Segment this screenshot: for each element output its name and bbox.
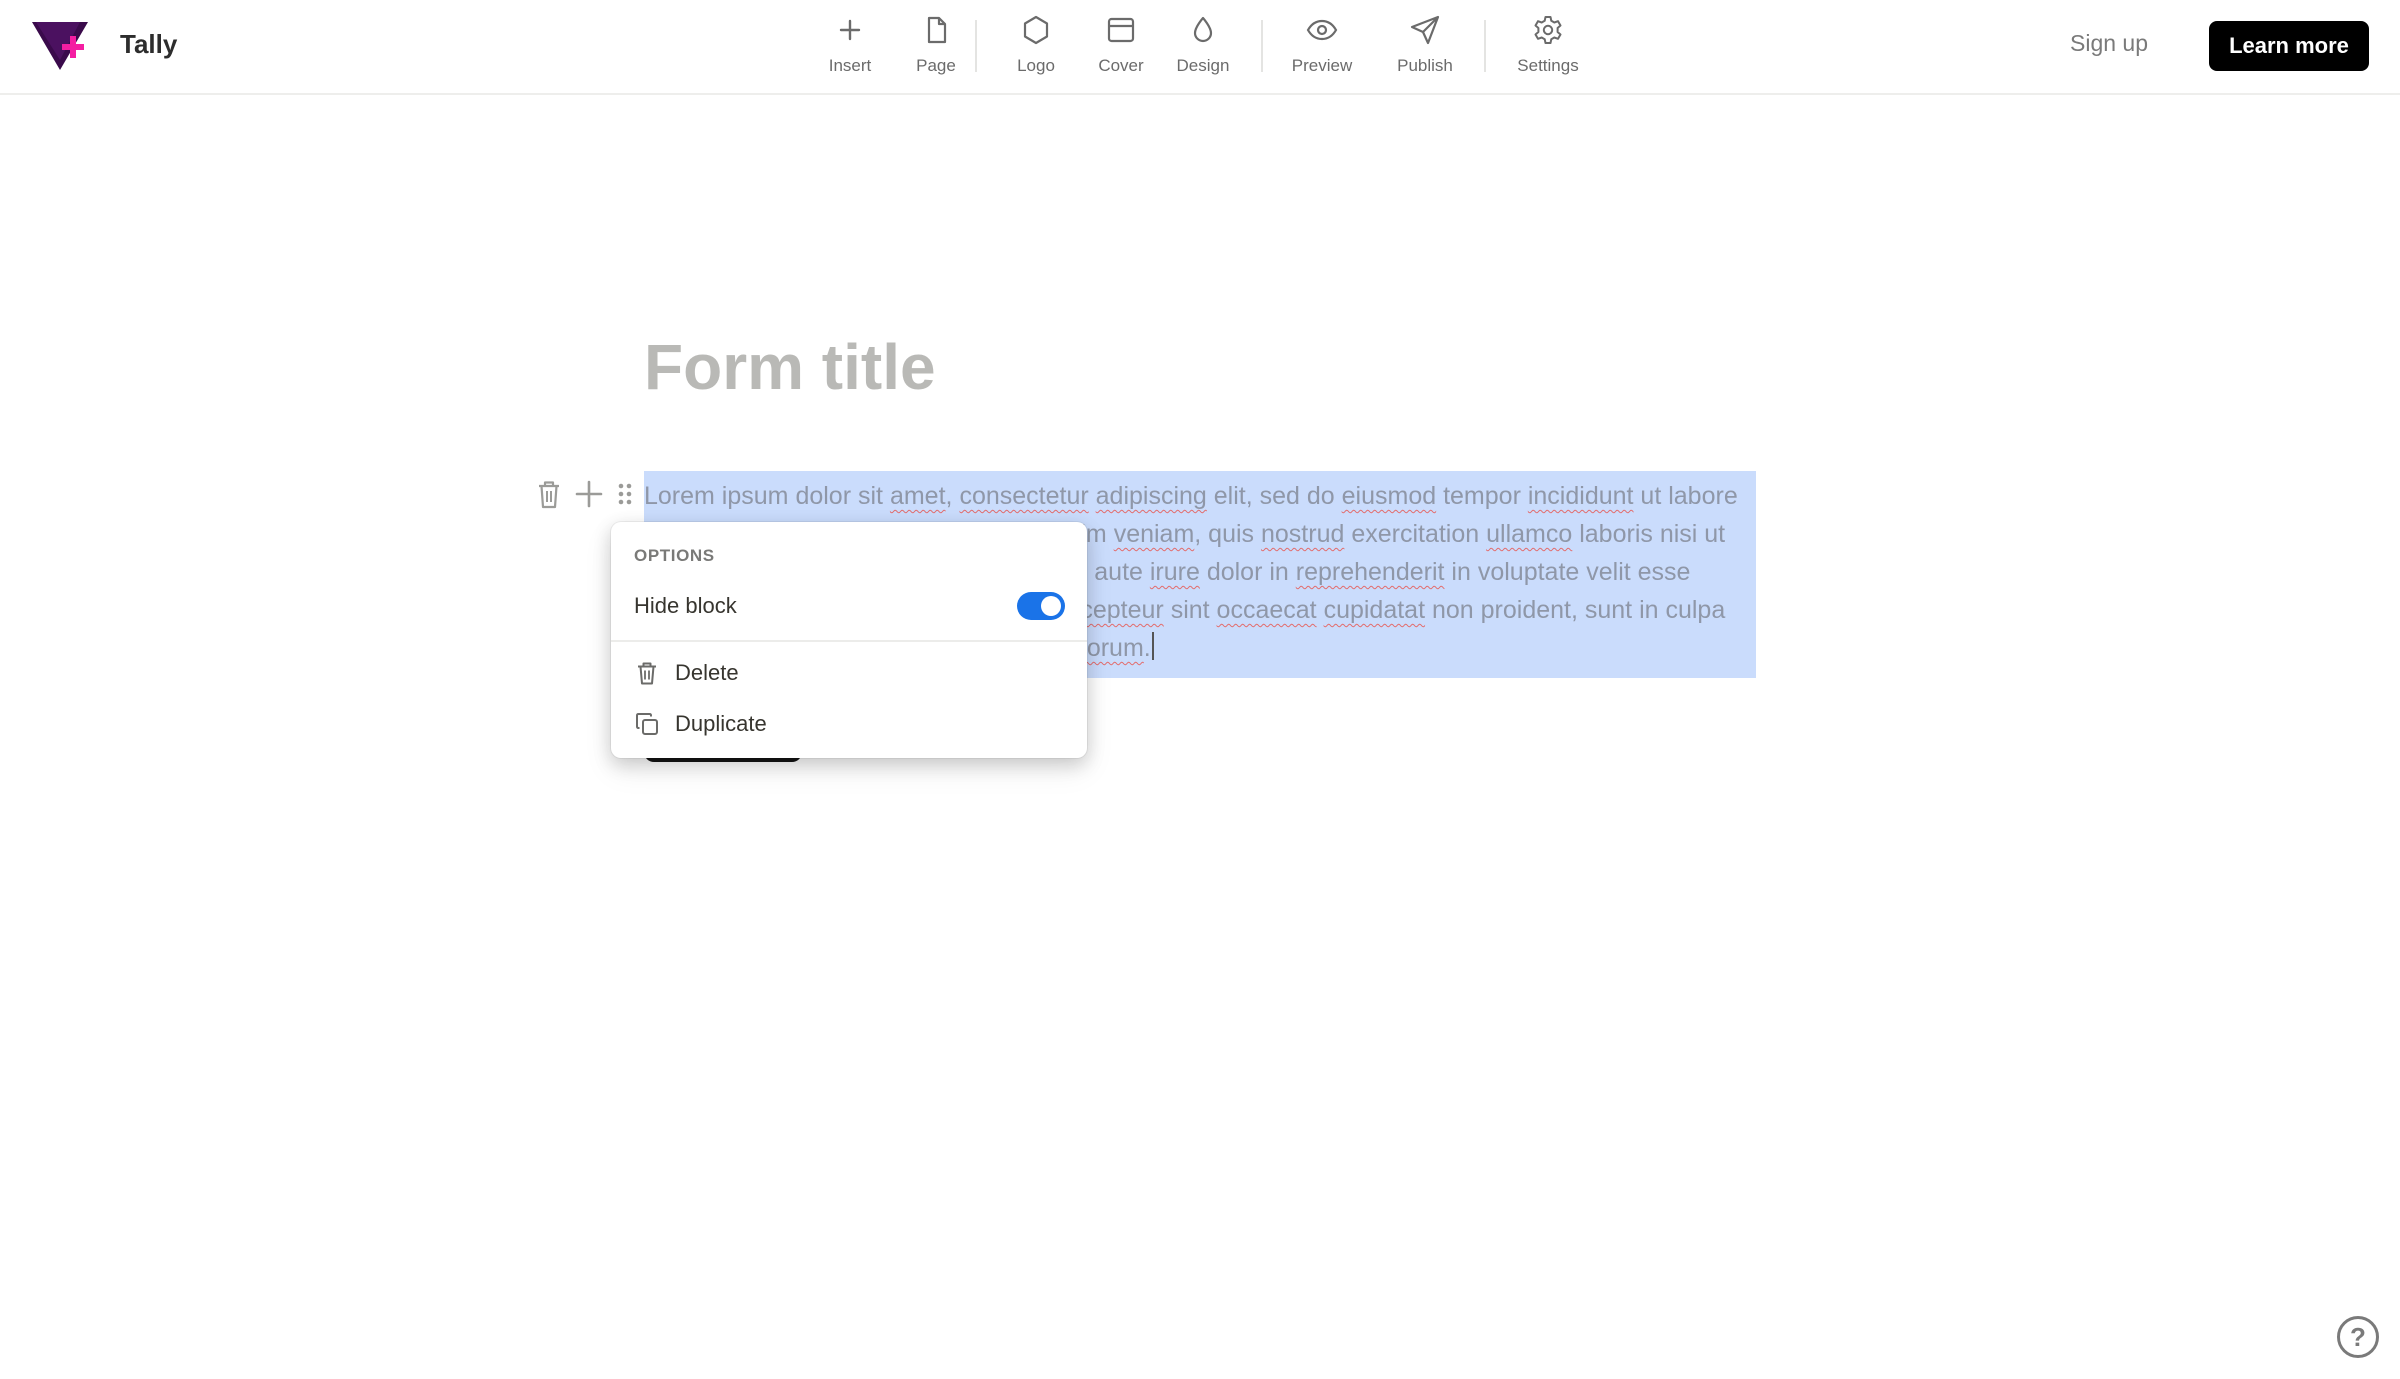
copy-icon <box>634 711 660 737</box>
tally-logo[interactable] <box>32 20 90 72</box>
publish-label: Publish <box>1397 56 1453 75</box>
hexagon-icon <box>1023 15 1049 45</box>
learn-more-button[interactable]: Learn more <box>2209 21 2369 71</box>
form-title-input[interactable]: Form title <box>644 330 936 404</box>
droplet-icon <box>1193 16 1213 43</box>
page-icon <box>927 16 947 44</box>
delete-label: Delete <box>675 660 739 685</box>
toolbar-divider <box>1261 20 1263 72</box>
settings-button[interactable]: Settings <box>1498 14 1598 76</box>
page-button[interactable]: Page <box>886 14 986 76</box>
eye-icon <box>1306 19 1338 41</box>
add-block-icon[interactable] <box>574 478 604 515</box>
insert-button[interactable]: Insert <box>800 14 900 76</box>
hide-block-option[interactable]: Hide block <box>611 584 1087 630</box>
page-label: Page <box>916 56 956 75</box>
help-button[interactable]: ? <box>2337 1316 2379 1358</box>
help-icon: ? <box>2350 1322 2366 1352</box>
app-name: Tally <box>120 29 178 59</box>
top-bar: Tally Insert Page Logo Cover Design Prev… <box>0 0 2400 95</box>
sign-up-link[interactable]: Sign up <box>2070 30 2148 57</box>
options-header: OPTIONS <box>634 546 715 565</box>
toolbar-divider <box>975 20 977 72</box>
trash-icon[interactable] <box>534 478 564 515</box>
insert-label: Insert <box>828 56 872 75</box>
cover-icon <box>1107 17 1135 43</box>
duplicate-label: Duplicate <box>675 711 767 736</box>
menu-divider <box>611 640 1087 642</box>
send-icon <box>1410 15 1440 45</box>
hide-block-label: Hide block <box>634 593 737 618</box>
plus-icon <box>839 19 861 41</box>
trash-icon <box>634 660 660 686</box>
design-label: Design <box>1176 56 1230 75</box>
duplicate-option[interactable]: Duplicate <box>611 702 1087 748</box>
delete-option[interactable]: Delete <box>611 651 1087 697</box>
settings-label: Settings <box>1517 56 1579 75</box>
preview-button[interactable]: Preview <box>1272 14 1372 76</box>
hide-block-toggle[interactable] <box>1017 592 1065 620</box>
toggle-knob <box>1041 596 1061 616</box>
publish-button[interactable]: Publish <box>1375 14 1475 76</box>
toolbar-divider <box>1484 20 1486 72</box>
preview-label: Preview <box>1291 56 1353 75</box>
text-caret <box>1151 632 1154 660</box>
block-options-menu: OPTIONS Hide block Delete Duplicate <box>611 522 1087 758</box>
gear-icon <box>1534 16 1562 44</box>
design-button[interactable]: Design <box>1153 14 1253 76</box>
drag-handle-icon[interactable] <box>616 478 634 515</box>
